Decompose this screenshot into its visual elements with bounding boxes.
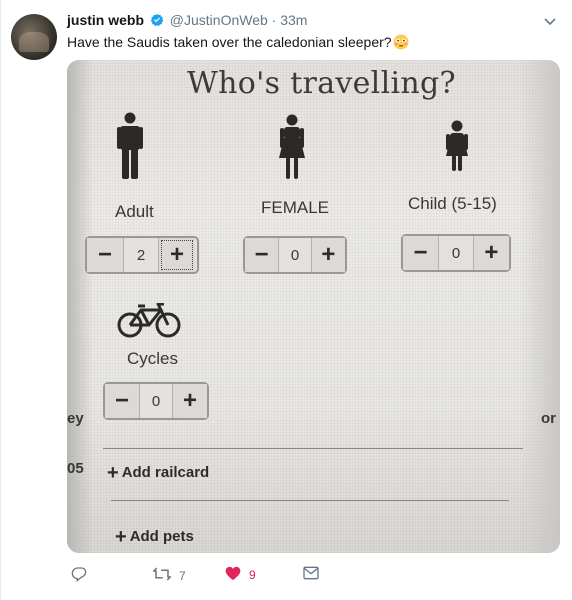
child-icon: [444, 120, 470, 177]
child-stepper[interactable]: − 0 +: [401, 234, 511, 272]
child-increment-button[interactable]: +: [473, 236, 510, 270]
female-label: FEMALE: [261, 198, 330, 217]
adult-decrement-button[interactable]: −: [87, 238, 123, 272]
chevron-down-icon[interactable]: [544, 14, 556, 29]
bicycle-icon: [117, 302, 181, 344]
female-stepper[interactable]: − 0 +: [243, 236, 347, 274]
cropped-text-left-1: ey: [67, 410, 84, 427]
tweet-text: Have the Saudis taken over the caledonia…: [67, 34, 409, 53]
add-railcard-label: Add railcard: [121, 464, 210, 481]
tweet-header: justin webb @JustinOnWeb · 33m: [67, 12, 307, 30]
photo-shadow-right: [520, 60, 560, 553]
like-button[interactable]: 9: [225, 566, 256, 584]
tweet-actions: 7 9: [67, 566, 527, 588]
tweet-text-body: Have the Saudis taken over the caledonia…: [67, 34, 392, 50]
child-count: 0: [438, 236, 474, 270]
reply-button[interactable]: [71, 566, 95, 585]
add-pets-link[interactable]: + Add pets: [115, 526, 194, 549]
separator-dot: ·: [271, 12, 277, 28]
adult-label: Adult: [115, 202, 154, 221]
like-count: 9: [249, 568, 256, 582]
cropped-text-left-2: 05: [67, 460, 84, 477]
cycles-count: 0: [138, 384, 174, 418]
cycles-decrement-button[interactable]: −: [105, 384, 139, 418]
divider-bottom: [111, 500, 509, 501]
verified-badge-icon: [150, 13, 164, 30]
add-pets-label: Add pets: [129, 528, 194, 545]
woman-icon: [278, 114, 306, 185]
adult-increment-button[interactable]: +: [159, 238, 195, 272]
tweet[interactable]: justin webb @JustinOnWeb · 33m Have the …: [0, 0, 572, 600]
plus-icon: +: [107, 462, 119, 484]
female-decrement-button[interactable]: −: [245, 238, 279, 272]
cycles-stepper[interactable]: − 0 +: [103, 382, 209, 420]
tweet-timestamp[interactable]: 33m: [280, 12, 307, 28]
female-increment-button[interactable]: +: [311, 238, 345, 272]
flushed-face-emoji-icon: [393, 34, 409, 53]
author-name[interactable]: justin webb: [67, 12, 144, 28]
avatar[interactable]: [11, 14, 57, 60]
cycles-label: Cycles: [127, 349, 179, 368]
plus-icon: +: [115, 526, 127, 548]
photo-shadow-left: [67, 60, 93, 553]
man-icon: [117, 112, 143, 185]
envelope-icon: [303, 566, 319, 583]
heart-icon: [225, 566, 241, 584]
cycles-increment-button[interactable]: +: [173, 384, 208, 418]
retweet-count: 7: [179, 568, 186, 583]
child-label: Child (5-15): [408, 194, 497, 213]
retweet-button[interactable]: 7: [151, 566, 186, 585]
photo-title: Who's travelling?: [187, 66, 456, 101]
author-handle[interactable]: @JustinOnWeb: [170, 12, 268, 28]
direct-message-button[interactable]: [303, 566, 319, 583]
tweet-photo[interactable]: Who's travelling? Adult FEMALE Child (5-…: [67, 60, 560, 553]
adult-stepper[interactable]: − 2 +: [85, 236, 199, 274]
cropped-text-right: or: [541, 410, 556, 427]
add-railcard-link[interactable]: + Add railcard: [107, 462, 209, 485]
reply-icon: [71, 566, 87, 585]
child-decrement-button[interactable]: −: [403, 236, 439, 270]
divider-top: [103, 448, 523, 449]
retweet-icon: [151, 566, 173, 585]
female-count: 0: [278, 238, 312, 272]
adult-count: 2: [123, 238, 159, 272]
